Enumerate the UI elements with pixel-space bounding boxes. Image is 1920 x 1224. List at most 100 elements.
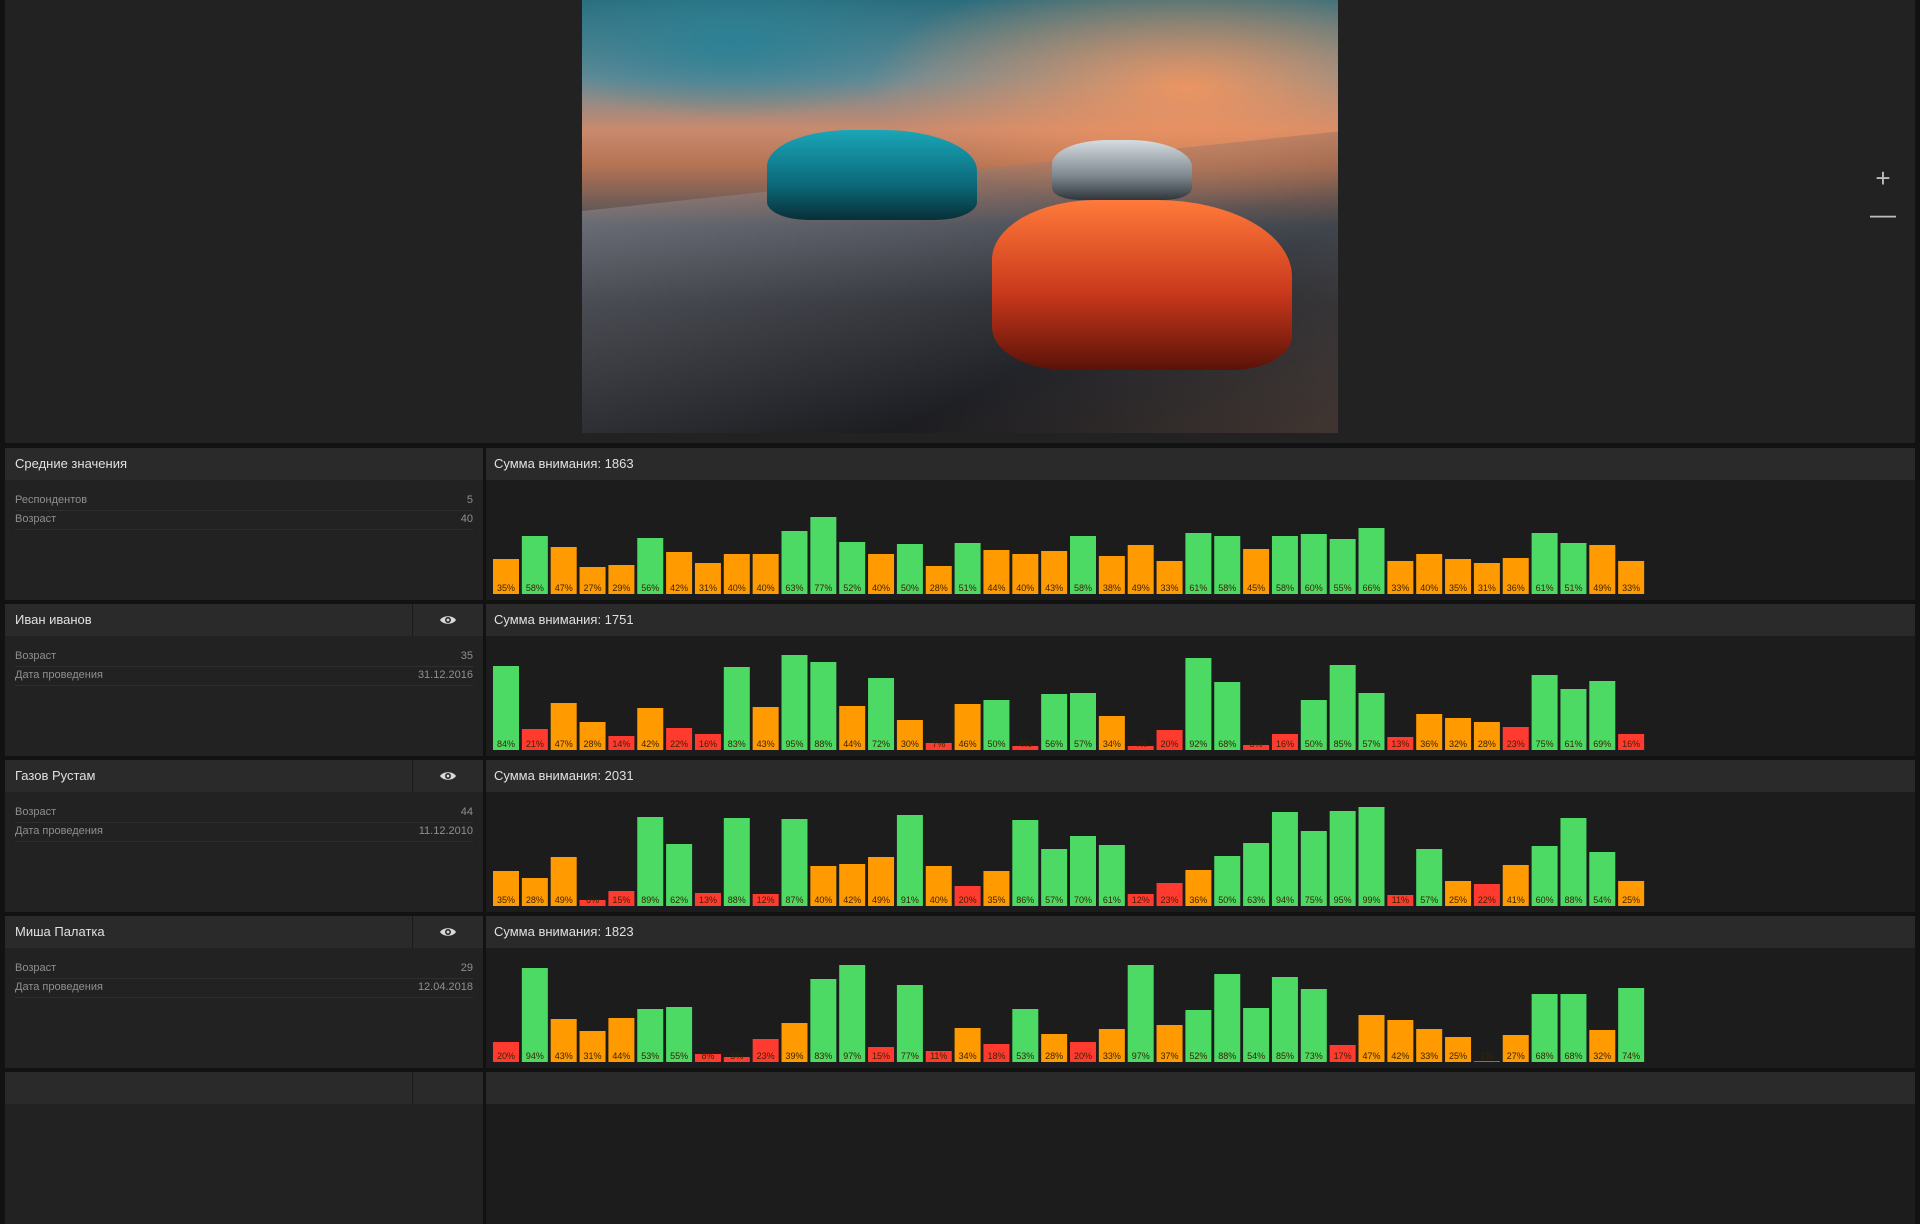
toggle-visibility-button[interactable] bbox=[412, 1072, 483, 1104]
bar-value-label: 32% bbox=[1449, 739, 1467, 749]
bar-value-label: 47% bbox=[1362, 1051, 1380, 1061]
bar-value-label: 57% bbox=[1420, 895, 1438, 905]
bar-value-label: 45% bbox=[1247, 583, 1265, 593]
bar-value-label: 70% bbox=[1074, 895, 1092, 905]
attention-chart: 35% 58% 47% 27% 29% 56% 42% 31% 40% 40% 63% 77% 52% 4… bbox=[493, 517, 1645, 594]
respondent-info: Газов Рустам Возраст 44 Дата проведения … bbox=[5, 760, 483, 912]
bar-value-label: 42% bbox=[1391, 1051, 1409, 1061]
attention-bar bbox=[637, 817, 664, 906]
bar-value-label: 85% bbox=[1276, 1051, 1294, 1061]
bar-value-label: 29% bbox=[612, 583, 630, 593]
field-value: 11.12.2010 bbox=[418, 825, 473, 837]
bar-value-label: 34% bbox=[1103, 739, 1121, 749]
bar-value-label: 33% bbox=[1420, 1051, 1438, 1061]
summary-header: Средние значения bbox=[5, 448, 483, 480]
field-label: Дата проведения bbox=[15, 669, 103, 681]
bar-value-label: 18% bbox=[987, 1051, 1005, 1061]
bar-value-label: 58% bbox=[1074, 583, 1092, 593]
bar-value-label: 44% bbox=[843, 739, 861, 749]
bar-value-label: 52% bbox=[1189, 1051, 1207, 1061]
image-silver-car bbox=[1052, 140, 1192, 200]
bar-value-label: 4% bbox=[1134, 739, 1147, 749]
field-date: Дата проведения 12.04.2018 bbox=[15, 979, 473, 998]
field-date: Дата проведения 11.12.2010 bbox=[15, 823, 473, 842]
bar-value-label: 22% bbox=[670, 739, 688, 749]
field-label: Дата проведения bbox=[15, 981, 103, 993]
bar-value-label: 36% bbox=[1507, 583, 1525, 593]
bar-value-label: 55% bbox=[1334, 583, 1352, 593]
bar-value-label: 42% bbox=[670, 583, 688, 593]
bar-value-label: 31% bbox=[584, 1051, 602, 1061]
bar-value-label: 37% bbox=[1161, 1051, 1179, 1061]
respondent-info: Миша Палатка Возраст 29 Дата проведения … bbox=[5, 916, 483, 1068]
bar-value-label: 47% bbox=[555, 739, 573, 749]
attention-bar bbox=[839, 965, 866, 1062]
bar-value-label: 69% bbox=[1593, 739, 1611, 749]
respondent-chart-panel bbox=[486, 1072, 1915, 1224]
bar-value-label: 15% bbox=[872, 1051, 890, 1061]
bar-value-label: 15% bbox=[612, 895, 630, 905]
bar-value-label: 13% bbox=[1391, 739, 1409, 749]
bar-value-label: 40% bbox=[1420, 583, 1438, 593]
preview-image bbox=[582, 0, 1338, 433]
bar-value-label: 42% bbox=[843, 895, 861, 905]
bar-value-label: 54% bbox=[1593, 895, 1611, 905]
bar-value-label: 86% bbox=[1016, 895, 1034, 905]
bar-value-label: 49% bbox=[555, 895, 573, 905]
bar-value-label: 40% bbox=[728, 583, 746, 593]
bar-value-label: 12% bbox=[757, 895, 775, 905]
zoom-in-button[interactable]: + bbox=[1871, 165, 1895, 191]
zoom-out-button[interactable]: — bbox=[1870, 201, 1896, 227]
attention-bar bbox=[1214, 974, 1241, 1062]
respondent-name: Газов Рустам bbox=[15, 768, 96, 783]
bar-value-label: 6% bbox=[586, 895, 599, 905]
attention-chart: 20% 94% 43% 31% 44% 53% 55% 8% 5% 23% 39% 83% 97% 15%… bbox=[493, 965, 1645, 1062]
attention-bar bbox=[1185, 658, 1212, 750]
toggle-visibility-button[interactable] bbox=[412, 760, 483, 792]
bar-value-label: 42% bbox=[641, 739, 659, 749]
bar-value-label: 39% bbox=[785, 1051, 803, 1061]
respondent-name: Иван иванов bbox=[15, 612, 92, 627]
bar-value-label: 43% bbox=[1045, 583, 1063, 593]
bar-value-label: 40% bbox=[757, 583, 775, 593]
respondent-fields: Возраст 29 Дата проведения 12.04.2018 bbox=[15, 960, 473, 998]
bar-value-label: 62% bbox=[670, 895, 688, 905]
bar-value-label: 28% bbox=[584, 739, 602, 749]
bar-value-label: 8% bbox=[701, 1051, 714, 1061]
toggle-visibility-button[interactable] bbox=[412, 604, 483, 636]
bar-value-label: 56% bbox=[1045, 739, 1063, 749]
respondent-info: Иван иванов Возраст 35 Дата проведения 3… bbox=[5, 604, 483, 756]
bar-value-label: 75% bbox=[1536, 739, 1554, 749]
bar-value-label: 75% bbox=[1305, 895, 1323, 905]
attention-bar bbox=[1329, 811, 1356, 906]
bar-value-label: 33% bbox=[1391, 583, 1409, 593]
attention-bar bbox=[781, 819, 808, 906]
summary-row: Средние значения Респондентов 5 Возраст … bbox=[5, 448, 1915, 600]
respondent-name: Миша Палатка bbox=[15, 924, 105, 939]
respondent-header: Газов Рустам bbox=[5, 760, 483, 792]
bar-value-label: 4% bbox=[1019, 739, 1032, 749]
bar-value-label: 20% bbox=[1161, 739, 1179, 749]
bar-value-label: 47% bbox=[555, 583, 573, 593]
summary-info: Средние значения Респондентов 5 Возраст … bbox=[5, 448, 483, 600]
field-label: Дата проведения bbox=[15, 825, 103, 837]
attention-bar bbox=[723, 667, 750, 750]
field-age: Возраст 29 bbox=[15, 960, 473, 979]
attention-bar bbox=[493, 666, 519, 750]
bar-value-label: 28% bbox=[930, 583, 948, 593]
bar-value-label: 54% bbox=[1247, 1051, 1265, 1061]
attention-bar bbox=[1473, 1061, 1500, 1062]
attention-bar bbox=[810, 979, 837, 1062]
eye-icon bbox=[440, 772, 456, 780]
bar-value-label: 16% bbox=[1622, 739, 1640, 749]
bar-value-label: 68% bbox=[1564, 1051, 1582, 1061]
bar-value-label: 51% bbox=[959, 583, 977, 593]
bar-value-label: 11% bbox=[930, 1051, 947, 1061]
toggle-visibility-button[interactable] bbox=[412, 916, 483, 948]
bar-value-label: 5% bbox=[1250, 739, 1263, 749]
respondent-info bbox=[5, 1072, 483, 1224]
attention-bar bbox=[521, 968, 548, 1062]
respondent-row: Газов Рустам Возраст 44 Дата проведения … bbox=[5, 760, 1915, 912]
bar-value-label: 95% bbox=[1334, 895, 1352, 905]
bar-value-label: 53% bbox=[641, 1051, 659, 1061]
